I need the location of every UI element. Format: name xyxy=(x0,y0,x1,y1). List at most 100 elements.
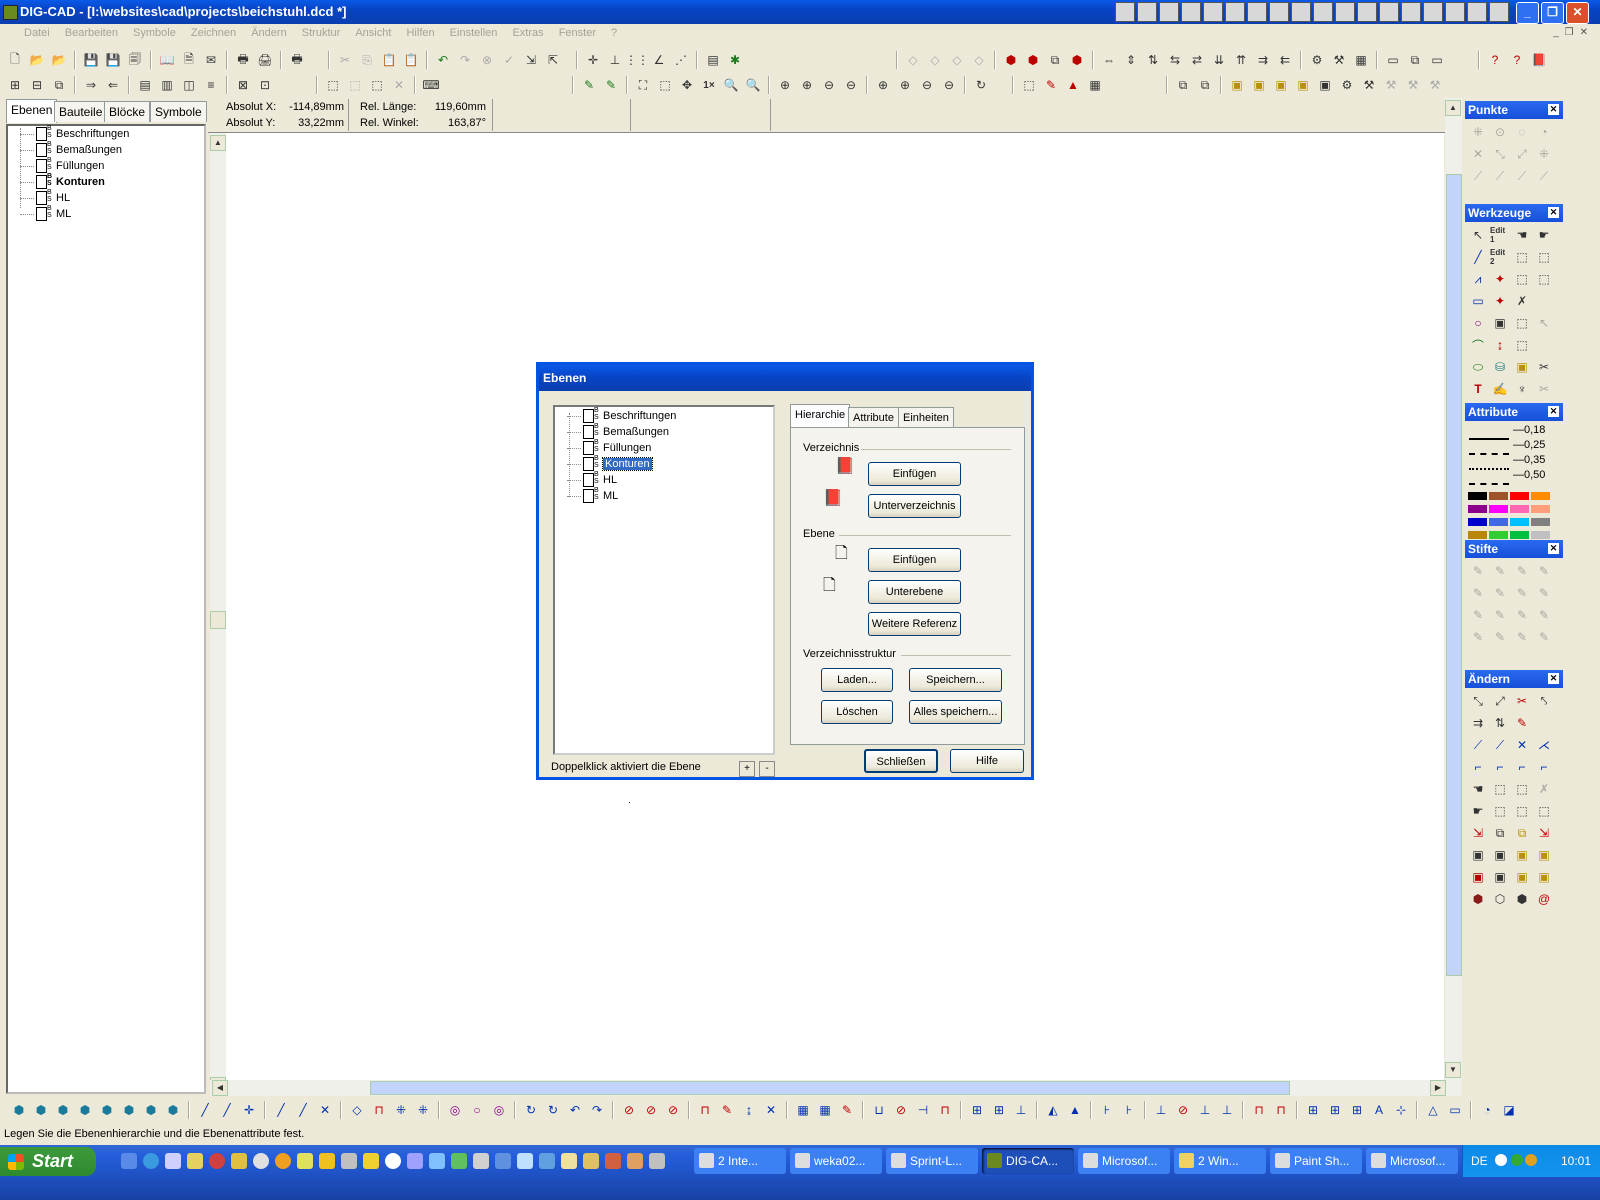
document-icon[interactable]: 🗎 xyxy=(180,51,198,69)
draw-tool-icon[interactable]: ✛ xyxy=(240,1101,258,1119)
zoom-window-icon[interactable]: ⬚ xyxy=(656,76,674,94)
rectangle-tool-icon[interactable]: ▭ xyxy=(1468,291,1488,311)
draw-tool-icon[interactable]: ⊘ xyxy=(1174,1101,1192,1119)
draw-tool-icon[interactable]: ↶ xyxy=(566,1101,584,1119)
pen-slot-icon[interactable]: ✎ xyxy=(1468,583,1488,603)
block-icon[interactable]: ⧉ xyxy=(1174,76,1192,94)
zoom-icon[interactable]: ⊕ xyxy=(874,76,892,94)
modify-icon[interactable]: ⇅ xyxy=(1490,713,1510,733)
hand-icon[interactable]: ☛ xyxy=(1534,225,1554,245)
menu-struktur[interactable]: Struktur xyxy=(296,24,347,42)
redo-icon[interactable]: ↷ xyxy=(456,51,474,69)
color-swatch[interactable] xyxy=(1510,518,1529,526)
scissors-icon[interactable]: ✂ xyxy=(1534,357,1554,377)
close-dialog-button[interactable]: Schließen xyxy=(864,749,938,773)
insert-directory-button[interactable]: Einfügen xyxy=(868,462,961,486)
modify-icon[interactable]: ⇉ xyxy=(1468,713,1488,733)
window-icon[interactable]: ▭ xyxy=(1384,51,1402,69)
crosshair-icon[interactable]: ✛ xyxy=(584,51,602,69)
draw-tool-icon[interactable]: ✎ xyxy=(838,1101,856,1119)
linewidth-item[interactable]: —0,50 xyxy=(1513,468,1557,483)
draw-tool-icon[interactable]: ⊘ xyxy=(664,1101,682,1119)
menu-datei[interactable]: Datei xyxy=(18,24,56,42)
copy-tool-icon[interactable]: ⧉ xyxy=(1512,823,1532,843)
cross-tool-icon[interactable]: ✗ xyxy=(1534,779,1554,799)
color-swatch[interactable] xyxy=(1489,492,1508,500)
close-icon[interactable]: ✕ xyxy=(1548,207,1559,218)
structure-icon[interactable]: ⊟ xyxy=(28,76,46,94)
task-button-windows[interactable]: 2 Win... xyxy=(1174,1148,1266,1174)
mirror-icon[interactable]: ▣ xyxy=(1534,867,1554,887)
window-icon[interactable]: ▭ xyxy=(1428,51,1446,69)
tool-icon[interactable] xyxy=(1335,2,1355,22)
pen-slot-icon[interactable]: ✎ xyxy=(1534,583,1554,603)
draw-tool-icon[interactable]: ◎ xyxy=(446,1101,464,1119)
tray-icon[interactable] xyxy=(1525,1154,1537,1166)
block-icon[interactable]: ⚒ xyxy=(1426,76,1444,94)
draw-tool-icon[interactable]: ◭ xyxy=(1044,1101,1062,1119)
scissors-icon[interactable]: ✂ xyxy=(1534,379,1554,399)
confirm-icon[interactable]: ✓ xyxy=(500,51,518,69)
pen-slot-icon[interactable]: ✎ xyxy=(1534,627,1554,647)
edit1-icon[interactable]: Edit 1 xyxy=(1490,225,1510,245)
scroll-thumb[interactable] xyxy=(370,1081,1290,1095)
paste-special-icon[interactable]: 📋 xyxy=(402,51,420,69)
draw-tool-icon[interactable]: ⊓ xyxy=(1250,1101,1268,1119)
tab-symbole[interactable]: Symbole xyxy=(150,101,207,122)
measure-icon[interactable]: ⇈ xyxy=(1232,51,1250,69)
attr-icon[interactable]: ▦ xyxy=(1086,76,1104,94)
point-tool-icon[interactable]: ◌ xyxy=(1512,122,1532,142)
open-file-icon[interactable]: 📂 xyxy=(28,51,46,69)
new-file-icon[interactable]: 🗋 xyxy=(6,51,24,69)
point-tool-icon[interactable]: ⤡ xyxy=(1490,144,1510,164)
color-swatch[interactable] xyxy=(1489,531,1508,539)
3d-tool-icon[interactable]: ⬢ xyxy=(1024,51,1042,69)
pen-slot-icon[interactable]: ✎ xyxy=(1490,605,1510,625)
color-swatch[interactable] xyxy=(1531,531,1550,539)
quicklaunch-icon[interactable] xyxy=(297,1153,313,1169)
window-icon[interactable]: ⧉ xyxy=(1406,51,1424,69)
scroll-up-arrow[interactable]: ▲ xyxy=(210,135,226,151)
draw-tool-icon[interactable]: ✎ xyxy=(718,1101,736,1119)
measure-icon[interactable]: ⇉ xyxy=(1254,51,1272,69)
menu-hilfen[interactable]: Hilfen xyxy=(400,24,440,42)
ortho-icon[interactable]: ⊥ xyxy=(606,51,624,69)
quicklaunch-icon[interactable] xyxy=(363,1153,379,1169)
point-tool-icon[interactable]: ⊙ xyxy=(1490,122,1510,142)
draw-tool-icon[interactable]: ⬢ xyxy=(164,1101,182,1119)
print-icon[interactable]: 🖶 xyxy=(288,51,306,69)
book-icon[interactable]: 📖 xyxy=(158,51,176,69)
plot-icon[interactable]: 🖨 xyxy=(256,51,274,69)
select-icon[interactable]: ⬚ xyxy=(346,76,364,94)
draw-tool-icon[interactable]: △ xyxy=(1424,1101,1442,1119)
draw-tool-icon[interactable]: ⊘ xyxy=(642,1101,660,1119)
draw-tool-icon[interactable]: ↻ xyxy=(522,1101,540,1119)
close-icon[interactable]: ✕ xyxy=(1548,104,1559,115)
fillet-icon[interactable]: ⌐ xyxy=(1468,757,1488,777)
tool-icon[interactable] xyxy=(1269,2,1289,22)
block-icon[interactable]: ▣ xyxy=(1294,76,1312,94)
run-icon[interactable]: ✱ xyxy=(726,51,744,69)
draw-tool-icon[interactable]: ╱ xyxy=(294,1101,312,1119)
redraw-icon[interactable]: ↻ xyxy=(972,76,990,94)
vertical-ruler-scrollbar[interactable]: ▲ ▼ xyxy=(210,133,226,1096)
block-icon[interactable]: ⧉ xyxy=(1196,76,1214,94)
tool-icon[interactable] xyxy=(1247,2,1267,22)
quicklaunch-icon[interactable] xyxy=(165,1153,181,1169)
draw-tool-icon[interactable]: ↻ xyxy=(544,1101,562,1119)
arc-tool-icon[interactable]: ⌒ xyxy=(1468,335,1488,355)
task-button-microsoft2[interactable]: Microsof... xyxy=(1366,1148,1458,1174)
clock[interactable]: 10:01 xyxy=(1561,1145,1591,1177)
linestyle-solid[interactable] xyxy=(1469,423,1509,440)
export-icon[interactable]: ⇱ xyxy=(544,51,562,69)
select-box-icon[interactable]: ⬚ xyxy=(1534,247,1554,267)
structure-icon[interactable]: ⧉ xyxy=(50,76,68,94)
zoom-icon[interactable]: ⊕ xyxy=(798,76,816,94)
rotate-icon[interactable]: ▣ xyxy=(1534,845,1554,865)
tab-einheiten[interactable]: Einheiten xyxy=(898,407,954,428)
point-tool-icon[interactable]: ⟋ xyxy=(1512,166,1532,186)
draw-tool-icon[interactable]: ⊦ xyxy=(1098,1101,1116,1119)
pen-slot-icon[interactable]: ✎ xyxy=(1512,627,1532,647)
grid-icon[interactable]: ⋮⋮ xyxy=(625,51,649,69)
menu-aendern[interactable]: Ändern xyxy=(245,24,292,42)
